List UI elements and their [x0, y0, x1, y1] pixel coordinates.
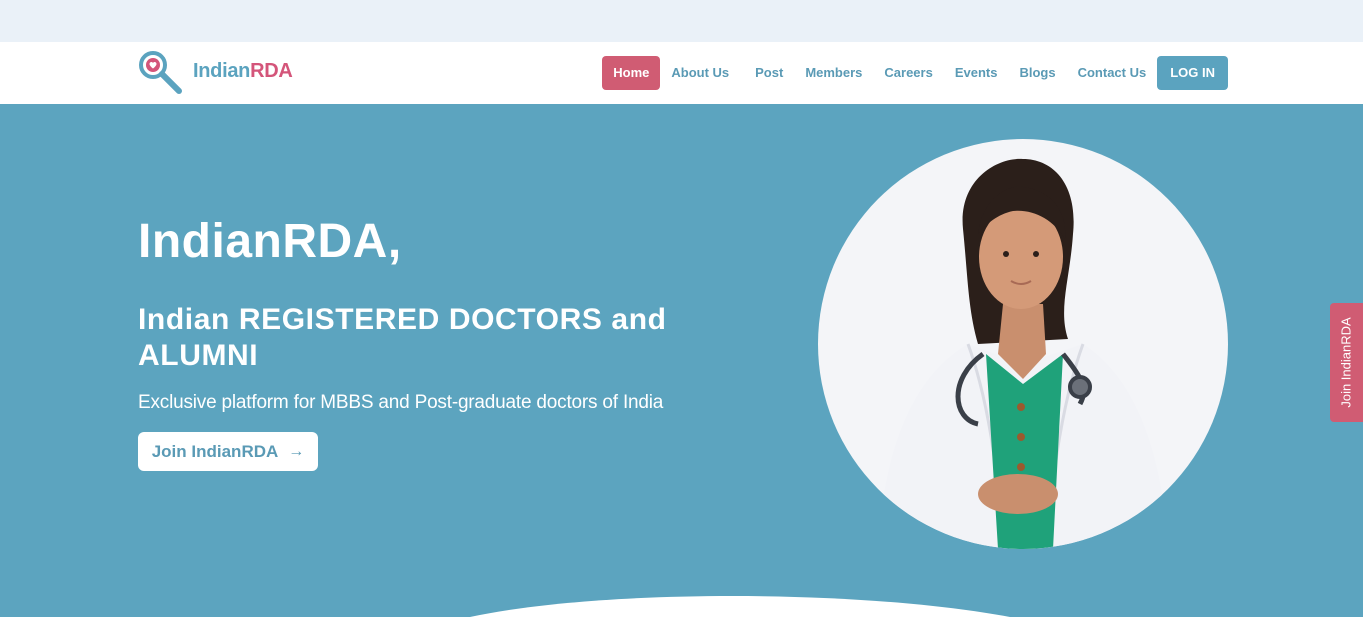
- join-button-label: Join IndianRDA: [151, 441, 279, 461]
- join-button[interactable]: Join IndianRDA →: [138, 432, 318, 471]
- nav-item-post[interactable]: Post: [744, 56, 794, 90]
- top-strip: [0, 0, 1363, 42]
- hero-subtitle: Indian REGISTERED DOCTORS and ALUMNI: [138, 303, 667, 372]
- arrow-right-icon: →: [288, 442, 305, 460]
- brand-name-part1: Indian: [193, 59, 251, 82]
- brand-name: IndianRDA: [193, 60, 293, 83]
- nav-item-about-us[interactable]: About Us: [660, 56, 740, 90]
- hero-section: IndianRDA, Indian REGISTERED DOCTORS and…: [0, 104, 1363, 617]
- hero-title: IndianRDA,: [138, 215, 402, 268]
- main-nav: Home About Us Post Members Careers Event…: [602, 56, 1228, 90]
- nav-item-blogs[interactable]: Blogs: [1008, 56, 1066, 90]
- nav-item-careers[interactable]: Careers: [873, 56, 943, 90]
- brand-logo[interactable]: IndianRDA: [137, 49, 293, 99]
- hero-wave: [470, 596, 1010, 617]
- brand-name-part2: RDA: [250, 59, 293, 82]
- nav-item-events[interactable]: Events: [944, 56, 1009, 90]
- join-side-tab-label: Join IndianRDA: [1339, 317, 1355, 408]
- nav-item-home[interactable]: Home: [602, 56, 661, 90]
- magnifier-logo-icon: [139, 51, 182, 94]
- join-side-tab[interactable]: Join IndianRDA: [1330, 303, 1363, 422]
- doctor-illustration: [878, 158, 1168, 549]
- nav-item-contact-us[interactable]: Contact Us: [1067, 56, 1158, 90]
- doctor-portrait: [818, 139, 1228, 549]
- hero-description: Exclusive platform for MBBS and Post-gra…: [138, 392, 664, 413]
- navbar: IndianRDA Home About Us Post Members Car…: [0, 42, 1363, 104]
- login-button[interactable]: LOG IN: [1157, 56, 1228, 90]
- nav-item-members[interactable]: Members: [794, 56, 873, 90]
